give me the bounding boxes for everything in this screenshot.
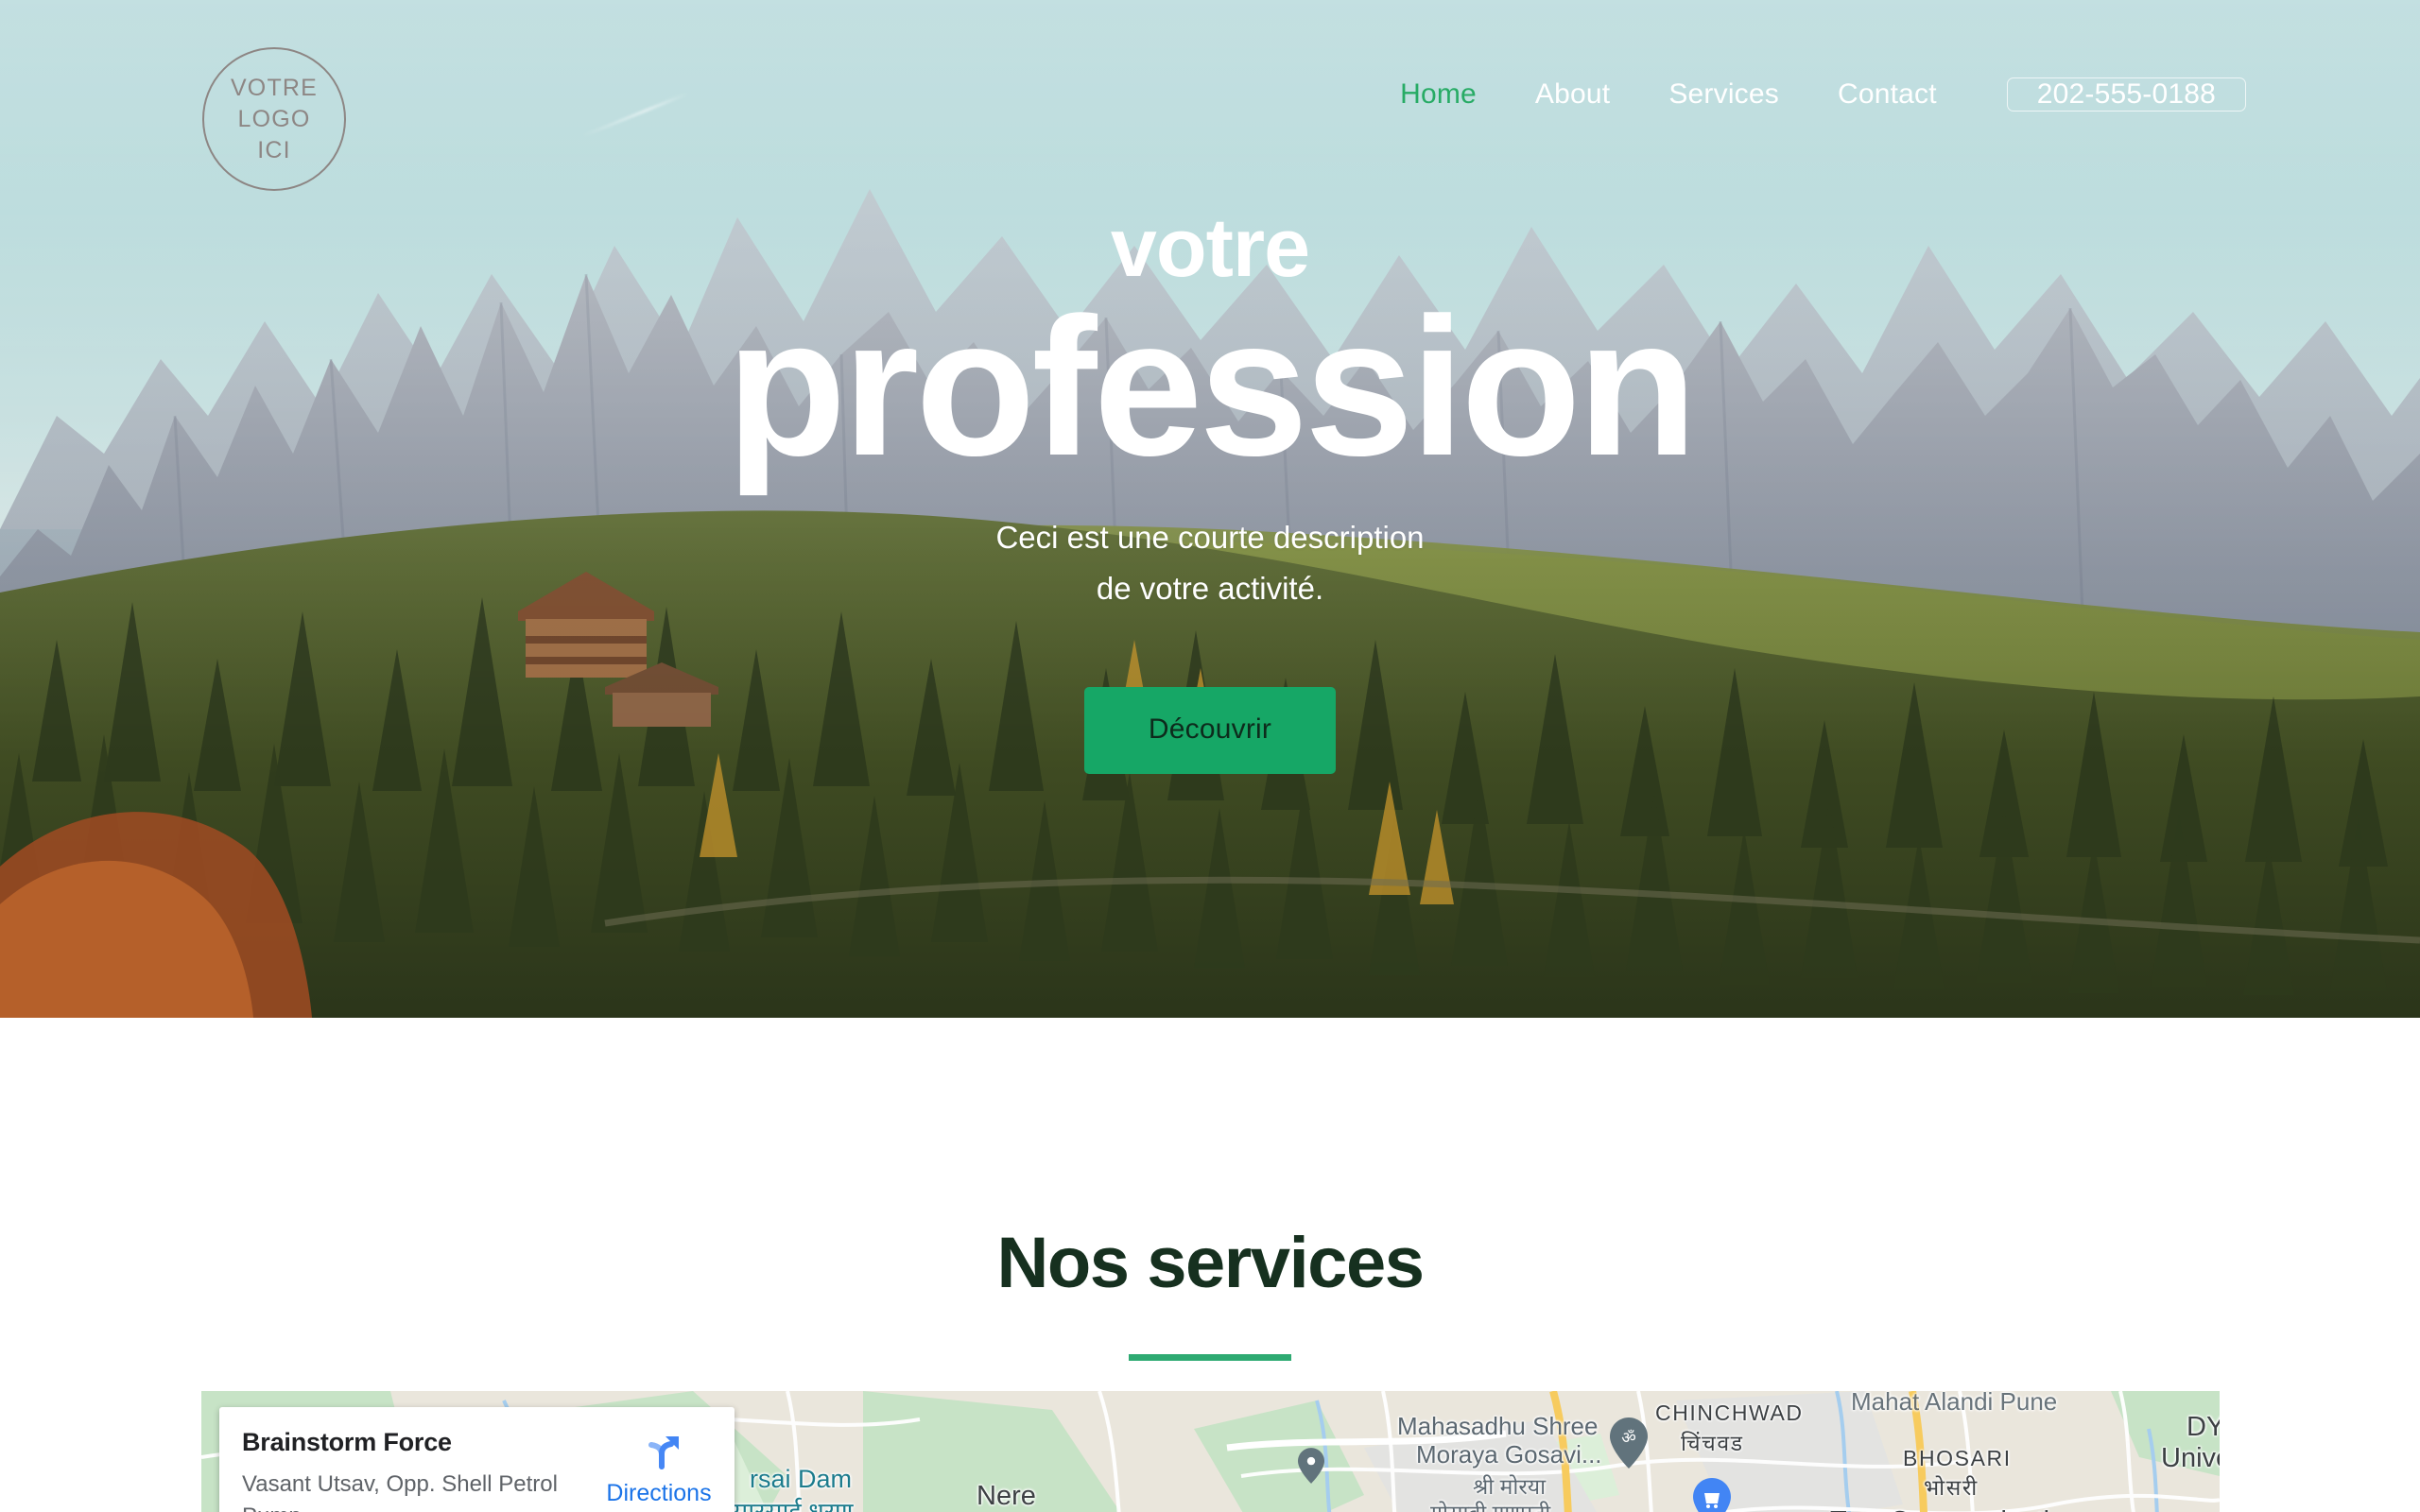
business-name: Brainstorm Force [242, 1428, 452, 1456]
directions-icon [637, 1433, 681, 1476]
site-logo[interactable]: VOTRE LOGO ICI [202, 47, 346, 191]
svg-text:ॐ: ॐ [1621, 1429, 1636, 1448]
logo-line-1: VOTRE [230, 74, 319, 101]
hero-subtitle-line-2: de votre activité. [1096, 570, 1324, 606]
google-map[interactable]: rsai Dam सारसाई धरण Nere नेरे Mahasadhu … [201, 1391, 2220, 1512]
nav-item-about[interactable]: About [1506, 78, 1639, 111]
map-info-card[interactable]: Brainstorm Force Vasant Utsav, Opp. Shel… [219, 1407, 735, 1512]
map-pin-shopping[interactable] [1693, 1478, 1731, 1512]
phone-button[interactable]: 202-555-0188 [2006, 77, 2246, 112]
nav-item-services[interactable]: Services [1639, 78, 1808, 111]
section-divider [1129, 1354, 1291, 1361]
hero-section: VOTRE LOGO ICI Home About Services Conta… [0, 0, 2420, 1018]
logo-line-2: LOGO [237, 105, 311, 132]
hero-subtitle-line-1: Ceci est une courte description [995, 520, 1425, 556]
nav-item-home[interactable]: Home [1371, 78, 1506, 111]
hero-title-small: votre [1110, 200, 1310, 294]
site-header: VOTRE LOGO ICI Home About Services Conta… [0, 0, 2420, 191]
map-pin-poi-small[interactable] [1298, 1448, 1324, 1484]
directions-label: Directions [606, 1480, 712, 1506]
business-address-line-1: Vasant Utsav, Opp. Shell Petrol Pump, [242, 1471, 558, 1512]
services-heading: Nos services [996, 1223, 1426, 1303]
map-pin-temple[interactable]: ॐ [1610, 1418, 1648, 1469]
logo-line-3: ICI [257, 136, 291, 163]
discover-button[interactable]: Découvrir [1083, 686, 1337, 774]
info-card-text: Brainstorm Force Vasant Utsav, Opp. Shel… [242, 1427, 606, 1512]
main-navigation: Home About Services Contact 202-555-0188 [1371, 77, 2246, 112]
directions-action[interactable]: Directions [606, 1427, 712, 1512]
hero-subtitle: Ceci est une courte description de votre… [995, 512, 1424, 614]
hero-title-large: profession [726, 278, 1697, 497]
nav-item-contact[interactable]: Contact [1808, 78, 1966, 111]
